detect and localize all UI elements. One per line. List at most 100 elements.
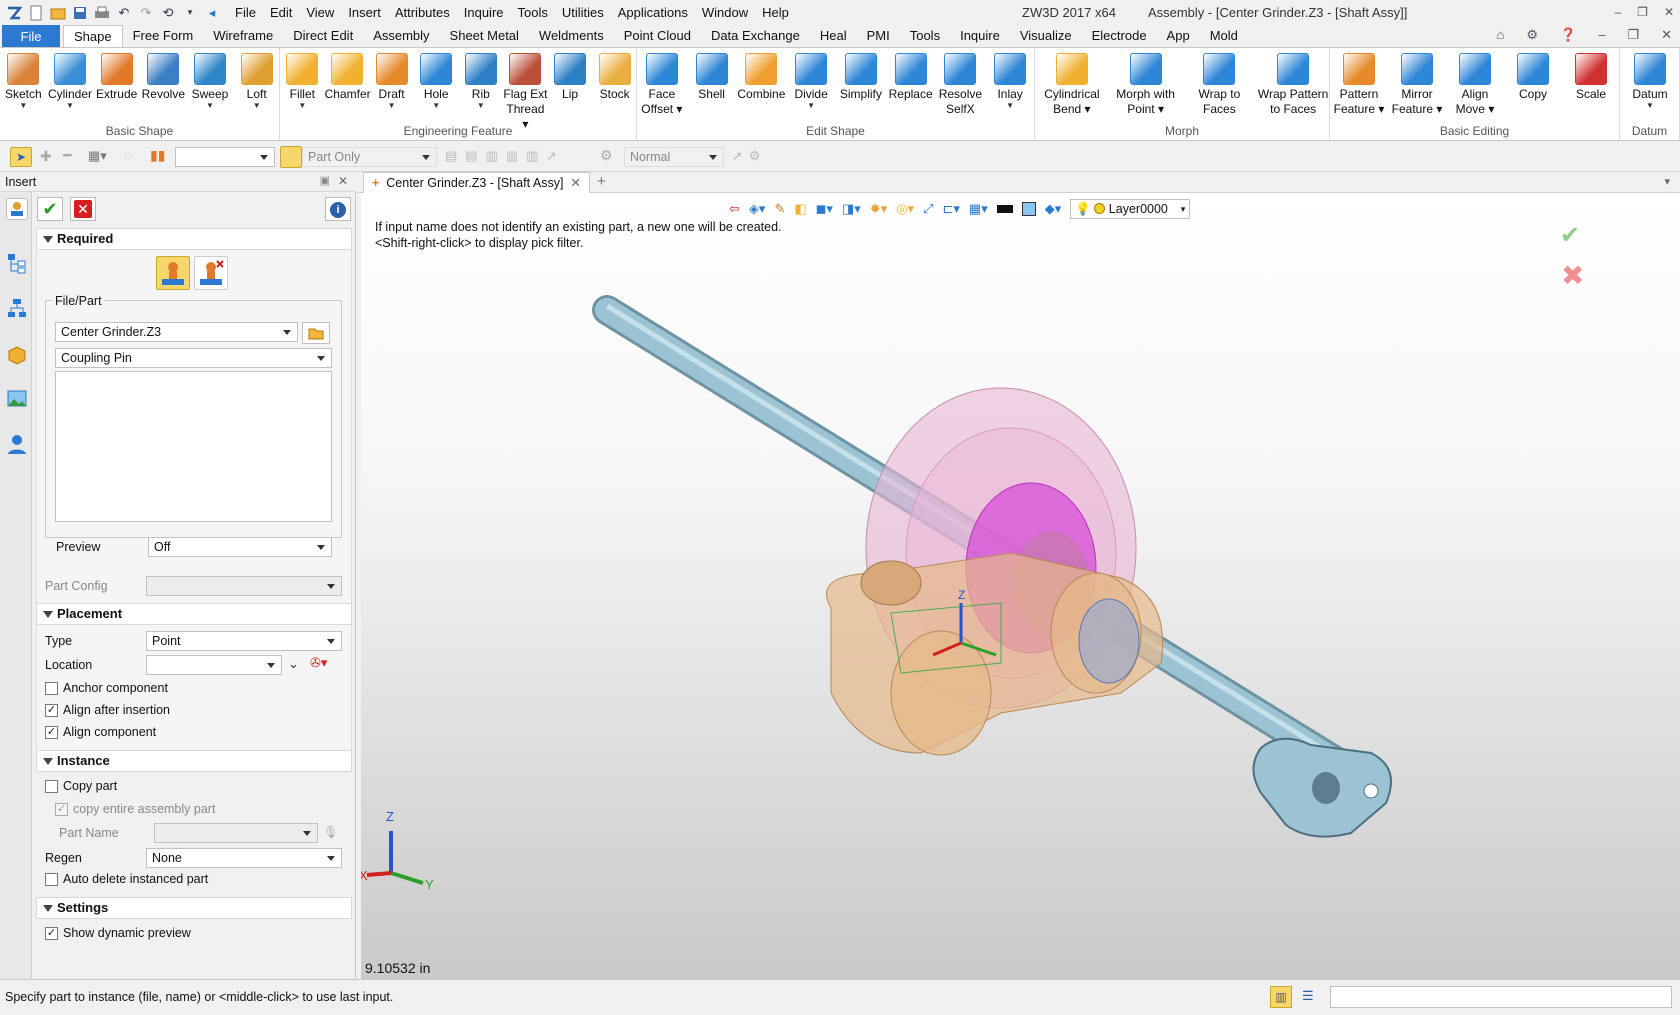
insert-tool-icon[interactable] — [6, 198, 28, 220]
ribbon-tab-wireframe[interactable]: Wireframe — [203, 25, 283, 47]
cylindrical-bend-button[interactable]: Cylindrical Bend ▾ — [1035, 53, 1109, 117]
dropdown-arrow-icon[interactable]: ▼ — [233, 102, 280, 110]
location-input[interactable] — [146, 655, 282, 675]
style-combo[interactable]: Normal — [624, 147, 724, 167]
remove-icon[interactable]: ━ — [63, 147, 71, 164]
collapse-ribbon-icon[interactable]: ⌂ — [1497, 27, 1505, 43]
ribbon-tab-inquire[interactable]: Inquire — [950, 25, 1010, 47]
copy-part-checkbox[interactable] — [45, 780, 58, 793]
redo-icon[interactable]: ↷ — [136, 3, 156, 23]
panel-close-icon[interactable]: ✕ — [338, 174, 348, 188]
dropdown-arrow-icon[interactable]: ▼ — [0, 102, 47, 110]
extrude-button[interactable]: Extrude — [93, 53, 140, 102]
hole-button[interactable]: Hole ▼ — [414, 53, 459, 110]
menu-applications[interactable]: Applications — [611, 0, 695, 25]
show-dynamic-preview-checkbox[interactable]: ✓ — [45, 927, 58, 940]
style-gear-icon[interactable]: ⚙ — [600, 147, 613, 164]
pick-filter-combo[interactable]: Part Only — [302, 147, 437, 167]
app-logo-icon[interactable] — [4, 3, 24, 23]
menu-utilities[interactable]: Utilities — [555, 0, 611, 25]
ribbon-tab-electrode[interactable]: Electrode — [1082, 25, 1157, 47]
menu-help[interactable]: Help — [755, 0, 796, 25]
anchor-component-checkbox[interactable] — [45, 682, 58, 695]
ribbon-tab-data-exchange[interactable]: Data Exchange — [701, 25, 810, 47]
scale-button[interactable]: Scale — [1562, 53, 1620, 102]
instance-part-name-input[interactable] — [154, 823, 318, 843]
align-move-button[interactable]: Align Move ▾ — [1446, 53, 1504, 117]
insert-component-button[interactable] — [156, 256, 190, 290]
assembly-model[interactable]: Z — [361, 193, 1680, 979]
window-close-icon[interactable]: ✕ — [1661, 27, 1672, 43]
part-list[interactable] — [55, 371, 332, 522]
placement-section-header[interactable]: Placement — [36, 603, 352, 625]
help-icon[interactable]: ❓ — [1560, 27, 1576, 43]
filter-icon[interactable]: ▮▮ — [150, 147, 165, 164]
restore-icon[interactable]: ❐ — [1637, 0, 1648, 25]
ribbon-tab-direct-edit[interactable]: Direct Edit — [283, 25, 363, 47]
lasso-icon[interactable]: ◌ — [124, 147, 132, 163]
part-config-combo[interactable] — [146, 576, 342, 596]
tab-menu-icon[interactable]: ▾ — [1664, 175, 1670, 188]
file-tab[interactable]: File — [2, 25, 60, 47]
back-arrow-icon[interactable]: ◂ — [202, 3, 222, 23]
status-list-icon[interactable]: ☰ — [1302, 988, 1314, 1004]
user-icon[interactable] — [6, 433, 28, 455]
ribbon-tab-app[interactable]: App — [1157, 25, 1200, 47]
new-icon[interactable] — [26, 3, 46, 23]
info-button[interactable]: i — [325, 197, 351, 221]
required-section-header[interactable]: Required — [36, 228, 352, 250]
ribbon-tab-mold[interactable]: Mold — [1200, 25, 1248, 47]
empty-combo[interactable] — [175, 147, 275, 167]
box-select-icon[interactable]: ▦▾ — [88, 148, 107, 164]
fillet-button[interactable]: Fillet ▼ — [280, 53, 325, 110]
sweep-button[interactable]: Sweep ▼ — [187, 53, 234, 110]
history-tree-icon[interactable] — [6, 297, 28, 319]
browse-folder-button[interactable] — [302, 322, 330, 344]
flag-ext-thread-button[interactable]: Flag Ext Thread ▾ — [503, 53, 548, 132]
tab-close-icon[interactable]: ✕ — [570, 176, 580, 190]
ribbon-tab-free-form[interactable]: Free Form — [123, 25, 204, 47]
sketch-button[interactable]: Sketch ▼ — [0, 53, 47, 110]
ribbon-tab-tools[interactable]: Tools — [900, 25, 950, 47]
menu-insert[interactable]: Insert — [341, 0, 388, 25]
dropdown-arrow-icon[interactable]: ▼ — [369, 102, 414, 110]
pattern-feature-button[interactable]: Pattern Feature ▾ — [1330, 53, 1388, 117]
copy-entire-assembly-checkbox[interactable]: ✓ — [55, 803, 68, 816]
menu-window[interactable]: Window — [695, 0, 755, 25]
dropdown-icon[interactable]: ▾ — [180, 3, 200, 23]
save-icon[interactable] — [70, 3, 90, 23]
part-box-icon[interactable] — [6, 344, 28, 366]
graphics-viewport[interactable]: ⇦ ◈▾ ✎ ◧ ◼▾ ◨▾ ✸▾ ◎▾ ⤢ ⊏▾ ▦▾ ◆▾ 💡 Layer0… — [361, 193, 1680, 979]
mirror-feature-button[interactable]: Mirror Feature ▾ — [1388, 53, 1446, 117]
menu-inquire[interactable]: Inquire — [457, 0, 511, 25]
part-filter-icon[interactable] — [280, 146, 302, 168]
wrap-to-faces-button[interactable]: Wrap to Faces — [1183, 53, 1257, 117]
rotate-icon[interactable]: ⟲ — [158, 3, 178, 23]
menu-file[interactable]: File — [228, 0, 263, 25]
mic-icon[interactable]: 🎙 — [323, 825, 338, 839]
cancel-button[interactable]: ✕ — [70, 197, 96, 221]
ribbon-tab-pmi[interactable]: PMI — [857, 25, 900, 47]
copy-button[interactable]: Copy — [1504, 53, 1562, 102]
dropdown-arrow-icon[interactable]: ▼ — [280, 102, 325, 110]
type-combo[interactable]: Point — [146, 631, 342, 651]
insert-multiple-button[interactable] — [194, 256, 228, 290]
rib-button[interactable]: Rib ▼ — [459, 53, 504, 110]
print-icon[interactable] — [92, 3, 112, 23]
dropdown-arrow-icon[interactable]: ▼ — [985, 102, 1035, 110]
preview-combo[interactable]: Off — [148, 537, 332, 557]
shell-button[interactable]: Shell — [687, 53, 737, 102]
ribbon-tab-point-cloud[interactable]: Point Cloud — [614, 25, 701, 47]
dropdown-arrow-icon[interactable]: ▼ — [47, 102, 94, 110]
face-offset-button[interactable]: Face Offset ▾ — [637, 53, 687, 117]
image-icon[interactable] — [6, 388, 28, 410]
pick-point-icon[interactable]: ✇▾ — [310, 655, 327, 671]
open-icon[interactable] — [48, 3, 68, 23]
loft-button[interactable]: Loft ▼ — [233, 53, 280, 110]
align-after-insertion-checkbox[interactable]: ✓ — [45, 704, 58, 717]
align-component-checkbox[interactable]: ✓ — [45, 726, 58, 739]
simplify-button[interactable]: Simplify — [836, 53, 886, 102]
dropdown-arrow-icon[interactable]: ▼ — [187, 102, 234, 110]
resolve-selfx-button[interactable]: Resolve SelfX — [936, 53, 986, 117]
datum-button[interactable]: Datum ▼ — [1620, 53, 1680, 110]
